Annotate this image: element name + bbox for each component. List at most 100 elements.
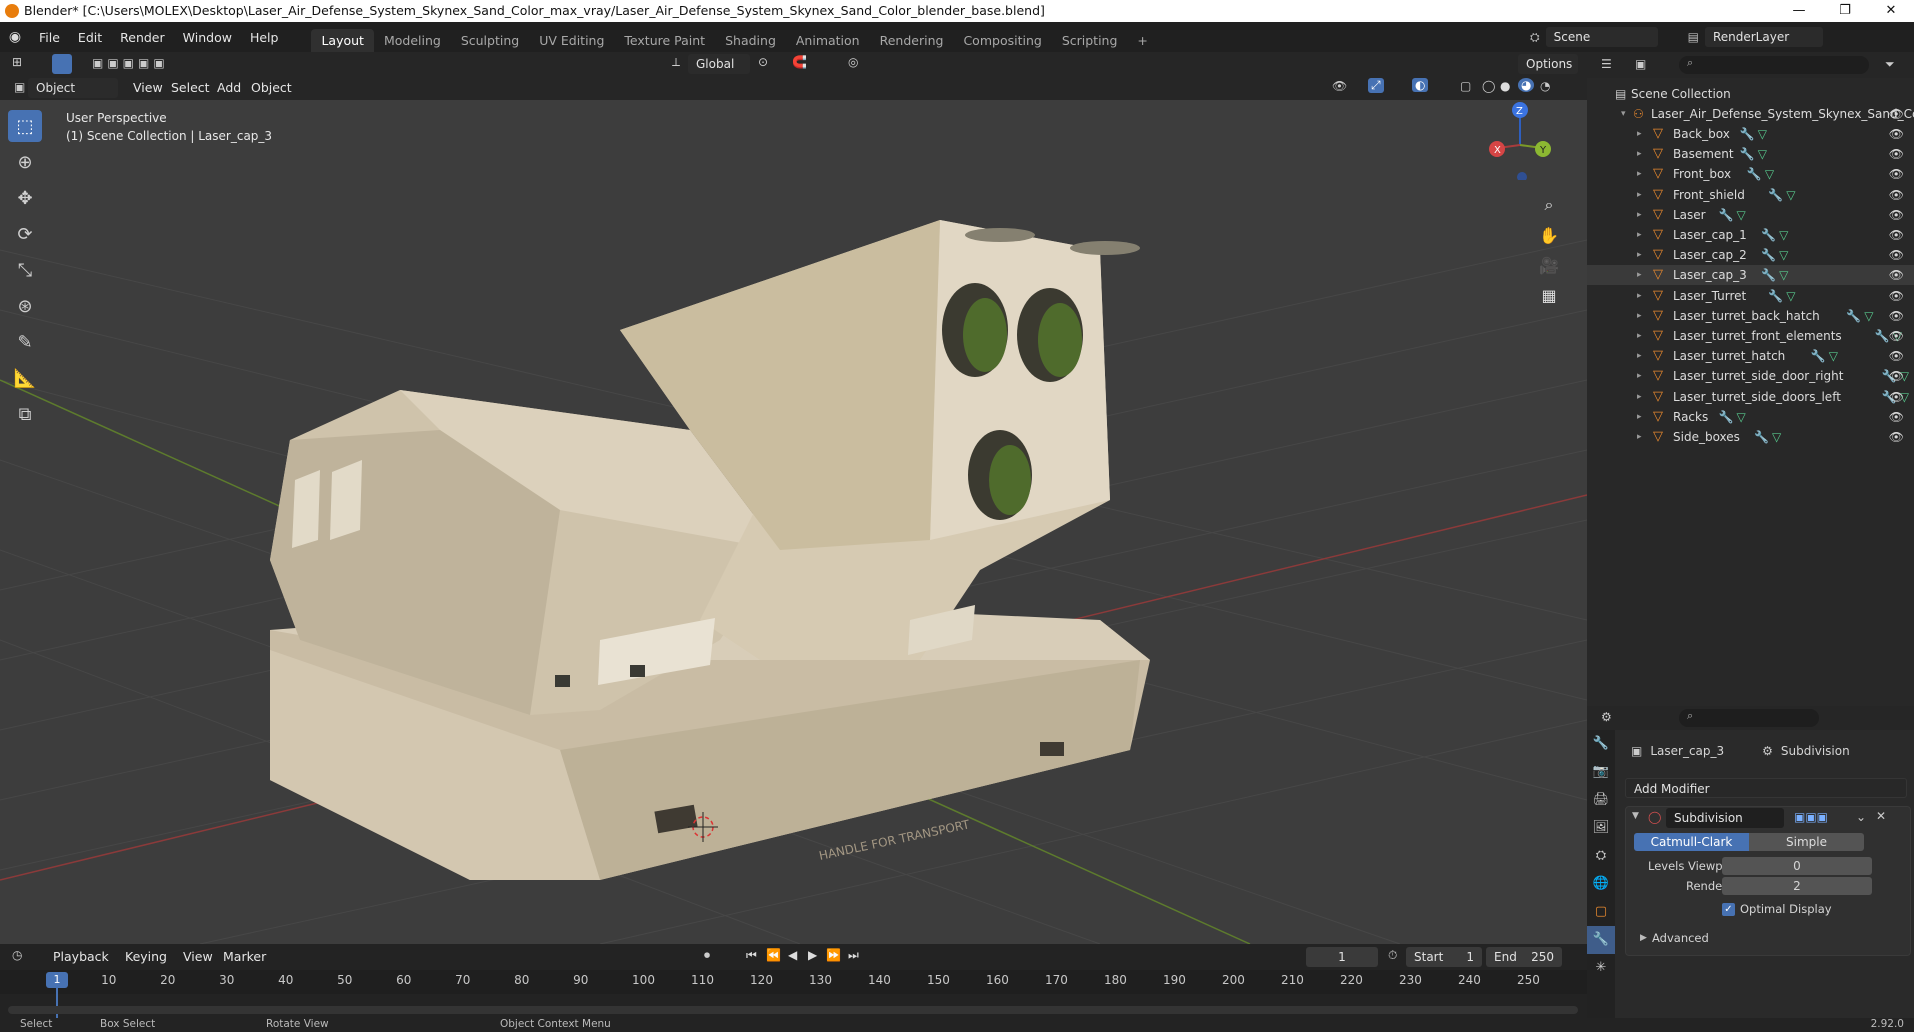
- expand-arrow-icon[interactable]: ▸: [1637, 185, 1642, 205]
- view-layer-selector[interactable]: RenderLayer: [1704, 27, 1823, 47]
- render-levels-field[interactable]: 2: [1722, 877, 1872, 895]
- shading-solid-icon[interactable]: ●: [1500, 79, 1510, 93]
- render-tab-icon[interactable]: 📷: [1587, 758, 1615, 786]
- current-frame-field[interactable]: 1: [1306, 947, 1378, 967]
- outliner-search-input[interactable]: ⌕: [1679, 56, 1869, 74]
- modifier-wrench-icon[interactable]: 🔧: [1740, 144, 1755, 164]
- modifier-tab-icon[interactable]: 🔧: [1587, 926, 1615, 954]
- transform-orientation-select[interactable]: Global: [688, 54, 750, 74]
- eye-icon[interactable]: 👁: [1889, 164, 1904, 184]
- scale-tool-icon[interactable]: ⤡: [8, 254, 42, 286]
- expand-arrow-icon[interactable]: ▸: [1637, 205, 1642, 225]
- menu-window[interactable]: Window: [174, 30, 241, 45]
- tab-scripting[interactable]: Scripting: [1052, 29, 1128, 52]
- mesh-data-icon[interactable]: ▽: [1786, 185, 1795, 205]
- catmull-clark-option[interactable]: Catmull-Clark: [1634, 833, 1749, 851]
- outliner-item[interactable]: ▸ ▽ Laser 🔧 ▽ 👁: [1587, 205, 1914, 225]
- scene-selector[interactable]: Scene: [1545, 27, 1658, 47]
- perspective-grid-icon[interactable]: ▦: [1536, 282, 1562, 308]
- modifier-wrench-icon[interactable]: 🔧: [1761, 265, 1776, 285]
- shading-material-icon[interactable]: ◕: [1518, 78, 1535, 92]
- modifier-wrench-icon[interactable]: 🔧: [1875, 326, 1890, 346]
- outliner-item[interactable]: ▸ ▽ Laser_cap_2 🔧 ▽ 👁: [1587, 245, 1914, 265]
- outliner-item[interactable]: ▸ ▽ Laser_turret_back_hatch 🔧 ▽ 👁: [1587, 306, 1914, 326]
- modifier-wrench-icon[interactable]: 🔧: [1768, 286, 1783, 306]
- tool-tab-icon[interactable]: 🔧: [1587, 730, 1615, 758]
- scene-collection-row[interactable]: ▤ Scene Collection: [1587, 84, 1914, 104]
- expand-arrow-icon[interactable]: ▸: [1637, 245, 1642, 265]
- mesh-data-icon[interactable]: ▽: [1779, 245, 1788, 265]
- mesh-data-icon[interactable]: ▽: [1786, 286, 1795, 306]
- eye-icon[interactable]: 👁: [1889, 265, 1904, 285]
- outliner-item[interactable]: ▸ ▽ Laser_turret_side_doors_left 🔧 ▽ 👁: [1587, 387, 1914, 407]
- world-tab-icon[interactable]: 🌐: [1587, 870, 1615, 898]
- output-tab-icon[interactable]: 🖨: [1587, 786, 1615, 814]
- eye-icon[interactable]: 👁: [1889, 306, 1904, 326]
- expand-arrow-icon[interactable]: ▸: [1637, 124, 1642, 144]
- shading-rendered-icon[interactable]: ◔: [1540, 79, 1550, 93]
- start-frame-field[interactable]: Start 1: [1406, 947, 1482, 967]
- playhead-frame-indicator[interactable]: 1: [46, 972, 68, 988]
- eye-icon[interactable]: 👁: [1889, 286, 1904, 306]
- modifier-wrench-icon[interactable]: 🔧: [1761, 225, 1776, 245]
- record-icon[interactable]: ⏺: [704, 948, 710, 963]
- eye-icon[interactable]: 👁: [1889, 346, 1904, 366]
- menu-render[interactable]: Render: [111, 30, 174, 45]
- expand-arrow-icon[interactable]: ▸: [1637, 366, 1642, 386]
- outliner-item[interactable]: ▸ ▽ Laser_turret_hatch 🔧 ▽ 👁: [1587, 346, 1914, 366]
- expand-arrow-icon[interactable]: ▸: [1637, 407, 1642, 427]
- properties-editor-icon[interactable]: ⚙: [1601, 710, 1612, 724]
- menu-help[interactable]: Help: [241, 30, 288, 45]
- visibility-icon[interactable]: 👁: [1332, 79, 1347, 93]
- tab-rendering[interactable]: Rendering: [870, 29, 954, 52]
- outliner-editor-icon[interactable]: ☰: [1601, 57, 1612, 71]
- view-layer-tab-icon[interactable]: 🖼: [1587, 814, 1615, 842]
- eye-icon[interactable]: 👁: [1889, 124, 1904, 144]
- snap-icon[interactable]: 🧲: [792, 55, 807, 69]
- levels-viewport-field[interactable]: 0: [1722, 857, 1872, 875]
- menu-file[interactable]: File: [30, 30, 69, 45]
- eye-icon[interactable]: 👁: [1889, 387, 1904, 407]
- expand-arrow-icon[interactable]: ▸: [1637, 265, 1642, 285]
- play-icon[interactable]: ▶: [808, 948, 817, 962]
- blender-menu-icon[interactable]: ◉: [0, 29, 30, 45]
- tab-uv-editing[interactable]: UV Editing: [529, 29, 614, 52]
- mesh-data-icon[interactable]: ▽: [1737, 205, 1746, 225]
- select-box-modes-icon[interactable]: ▣▣▣▣▣: [92, 56, 169, 70]
- expand-arrow-icon[interactable]: ▸: [1637, 326, 1642, 346]
- jump-start-icon[interactable]: ⏮: [746, 948, 757, 963]
- panel-collapse-icon[interactable]: ▼: [1632, 811, 1639, 821]
- xray-icon[interactable]: ▢: [1460, 79, 1471, 93]
- mesh-data-icon[interactable]: ▽: [1829, 346, 1838, 366]
- tab-animation[interactable]: Animation: [786, 29, 870, 52]
- outliner-item[interactable]: ▸ ▽ Laser_Turret 🔧 ▽ 👁: [1587, 286, 1914, 306]
- outliner-item[interactable]: ▸ ▽ Back_box 🔧 ▽ 👁: [1587, 124, 1914, 144]
- modifier-toggles-icon[interactable]: ▣▣▣: [1794, 810, 1828, 824]
- transform-tool-icon[interactable]: ⊛: [8, 290, 42, 322]
- gizmo-toggle-icon[interactable]: ⤢: [1368, 78, 1384, 93]
- jump-end-icon[interactable]: ⏭: [848, 948, 859, 963]
- outliner-item[interactable]: ▸ ▽ Basement 🔧 ▽ 👁: [1587, 144, 1914, 164]
- mesh-data-icon[interactable]: ▽: [1765, 164, 1774, 184]
- viewport-menu-object[interactable]: Object: [242, 80, 301, 95]
- eye-icon[interactable]: 👁: [1889, 144, 1904, 164]
- minimize-button[interactable]: —: [1776, 0, 1822, 22]
- outliner-item[interactable]: ▸ ▽ Front_shield 🔧 ▽ 👁: [1587, 185, 1914, 205]
- maximize-button[interactable]: ❐: [1822, 0, 1868, 22]
- select-box-tool-icon[interactable]: ⬚: [8, 110, 42, 142]
- expand-arrow-icon[interactable]: ▸: [1637, 286, 1642, 306]
- rotate-tool-icon[interactable]: ⟳: [8, 218, 42, 250]
- timeline-scrollbar[interactable]: [8, 1006, 1578, 1014]
- next-keyframe-icon[interactable]: ⏩: [826, 948, 841, 962]
- simple-option[interactable]: Simple: [1749, 833, 1864, 851]
- prev-keyframe-icon[interactable]: ⏪: [766, 948, 781, 962]
- modifier-wrench-icon[interactable]: 🔧: [1747, 164, 1762, 184]
- outliner-item[interactable]: ▸ ▽ Side_boxes 🔧 ▽ 👁: [1587, 427, 1914, 447]
- navigation-gizmo[interactable]: Z Y X: [1480, 100, 1560, 182]
- tab-compositing[interactable]: Compositing: [953, 29, 1051, 52]
- tab-modeling[interactable]: Modeling: [374, 29, 451, 52]
- modifier-wrench-icon[interactable]: 🔧: [1754, 427, 1769, 447]
- menu-edit[interactable]: Edit: [69, 30, 111, 45]
- mesh-data-icon[interactable]: ▽: [1758, 124, 1767, 144]
- outliner-item[interactable]: ▸ ▽ Laser_cap_1 🔧 ▽ 👁: [1587, 225, 1914, 245]
